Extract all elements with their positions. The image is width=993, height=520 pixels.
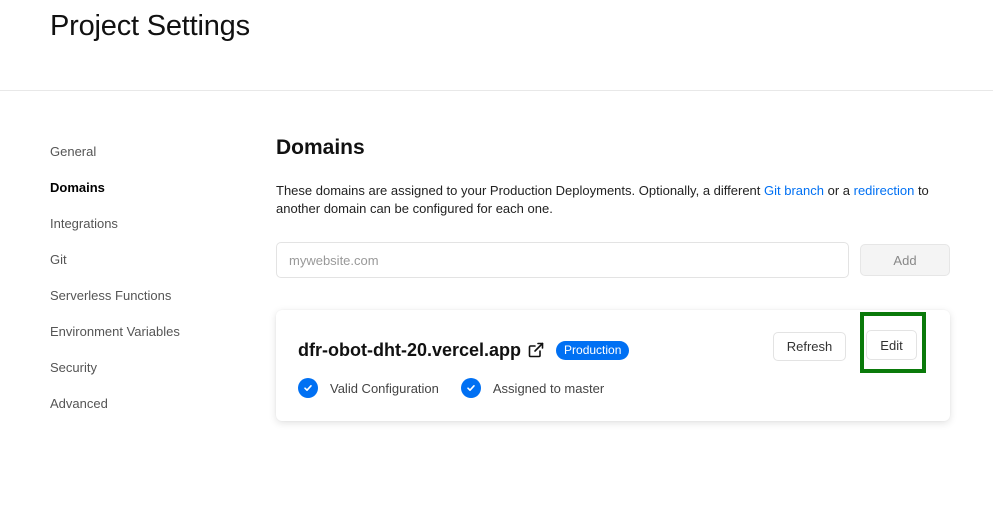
status-label: Valid Configuration [330,380,439,396]
external-link-icon[interactable] [528,342,544,358]
settings-sidebar: General Domains Integrations Git Serverl… [50,134,250,422]
status-row: Valid Configuration Assigned to master [298,378,626,398]
sidebar-item-advanced[interactable]: Advanced [50,386,250,422]
domain-name: dfr-obot-dht-20.vercel.app [298,339,522,360]
section-title: Domains [276,136,365,159]
sidebar-item-general[interactable]: General [50,134,250,170]
domain-card: dfr-obot-dht-20.vercel.app Production Re… [276,310,950,421]
edit-button[interactable]: Edit [866,330,917,360]
domain-name-row: dfr-obot-dht-20.vercel.app Production [298,338,630,362]
sidebar-item-environment-variables[interactable]: Environment Variables [50,314,250,350]
add-domain-row: Add [276,242,950,278]
check-circle-icon [298,378,318,398]
status-valid-configuration: Valid Configuration [298,378,439,398]
refresh-button[interactable]: Refresh [773,332,846,361]
domains-section: Domains These domains are assigned to yo… [276,130,950,421]
add-domain-button[interactable]: Add [860,244,950,276]
description-text-2: or a [824,183,854,198]
check-circle-icon [460,378,481,398]
redirection-link[interactable]: redirection [854,183,915,198]
sidebar-item-security[interactable]: Security [50,350,250,386]
sidebar-item-domains[interactable]: Domains [50,170,250,206]
domain-input[interactable] [276,242,849,278]
domains-description: These domains are assigned to your Produ… [276,182,950,218]
git-branch-link[interactable]: Git branch [764,183,824,198]
status-assigned-branch: Assigned to master [460,378,605,398]
sidebar-item-serverless-functions[interactable]: Serverless Functions [50,278,250,314]
production-badge: Production [556,340,630,360]
page-title: Project Settings [50,10,250,42]
page-header: Project Settings [0,0,993,91]
sidebar-item-git[interactable]: Git [50,242,250,278]
status-label: Assigned to master [492,380,605,396]
sidebar-item-integrations[interactable]: Integrations [50,206,250,242]
description-text-1: These domains are assigned to your Produ… [276,183,765,198]
